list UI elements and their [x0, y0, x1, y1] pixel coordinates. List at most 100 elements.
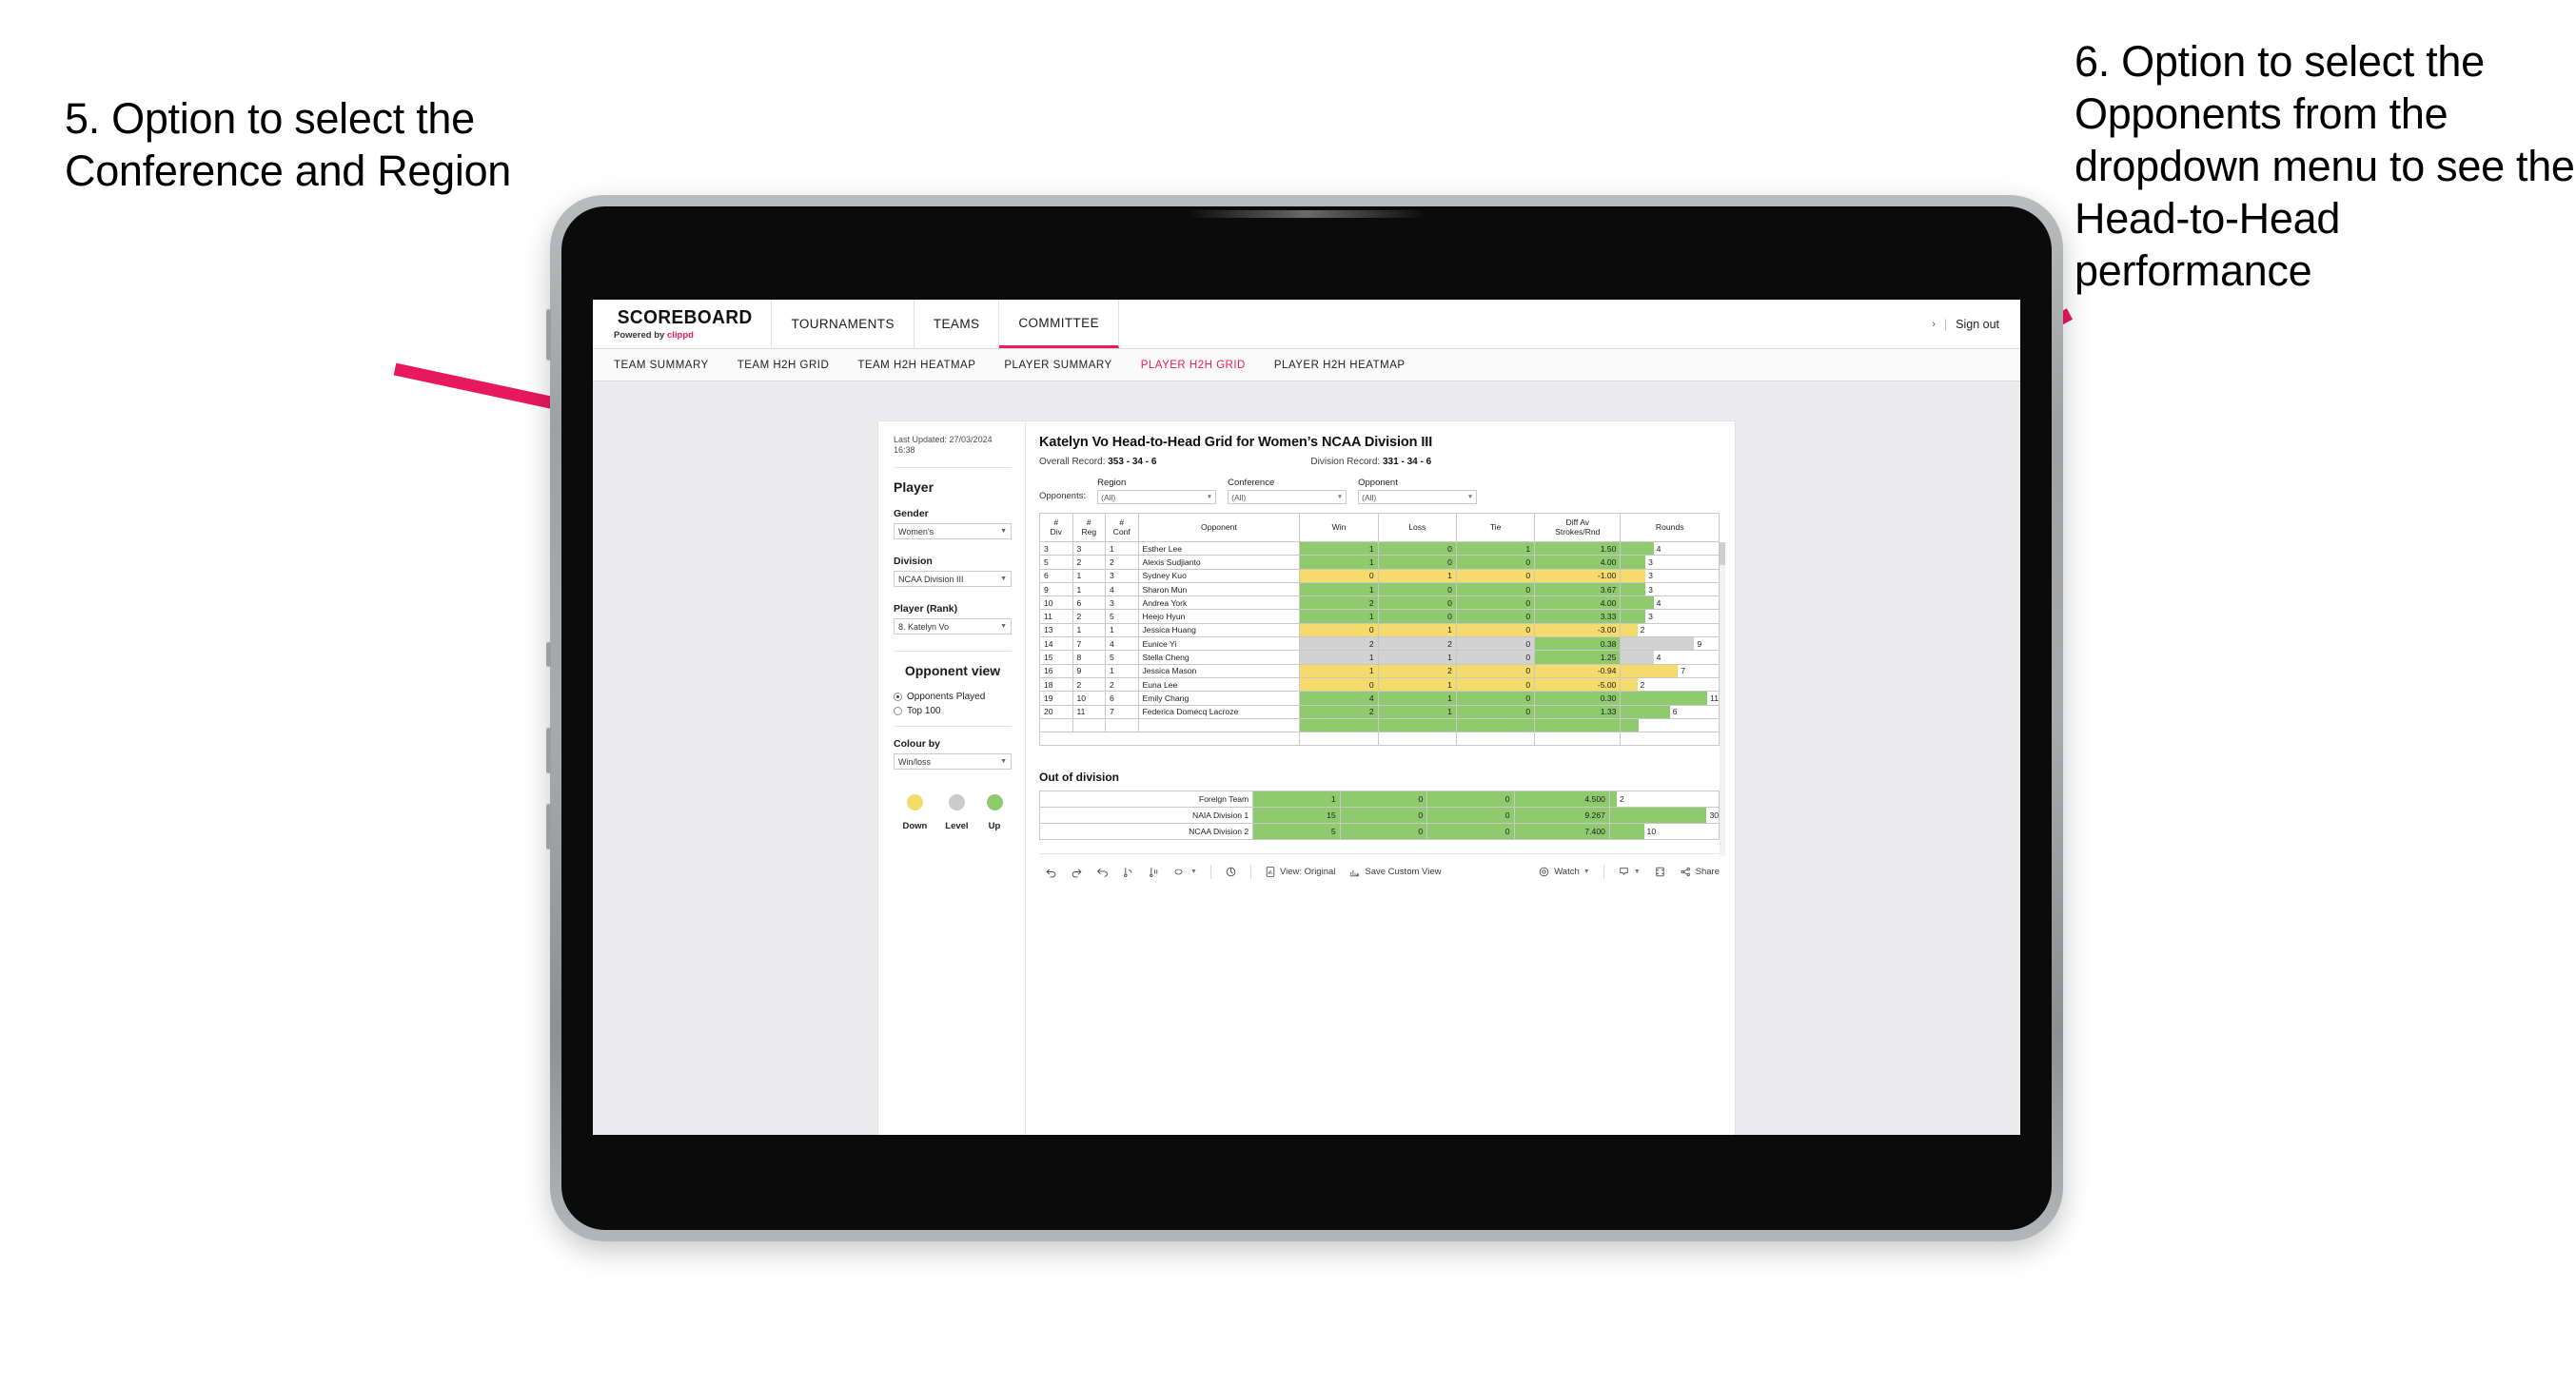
- subnav-item-player-h2h-heatmap[interactable]: PLAYER H2H HEATMAP: [1274, 360, 1406, 371]
- table-row[interactable]: 16 9 1 Jessica Mason 1 2 0 -0.94 7: [1039, 663, 1720, 678]
- filter-opponent-select[interactable]: (All) ▼: [1358, 490, 1478, 504]
- radio-opponents-played[interactable]: Opponents Played: [894, 692, 1012, 702]
- col-header-reg-l1: #: [1086, 517, 1091, 527]
- brand-logo[interactable]: SCOREBOARD Powered by clippd: [593, 300, 773, 348]
- revert-icon[interactable]: [1096, 866, 1109, 878]
- table-row[interactable]: 10 6 3 Andrea York 2 0 0 4.00 4: [1039, 595, 1720, 611]
- radio-top-100[interactable]: Top 100: [894, 706, 1012, 716]
- save-custom-view-button[interactable]: Save Custom View: [1348, 866, 1441, 878]
- tablet-bezel: SCOREBOARD Powered by clippd TOURNAMENTS…: [561, 206, 2052, 1230]
- cell-reg: 6: [1072, 595, 1106, 611]
- h2h-table-wrapper: # Div # Reg # Conf Opponent Win Loss Tie Di…: [1038, 513, 1725, 856]
- cell-rounds-value: 2: [1640, 625, 1645, 635]
- cell-tie: 0: [1455, 622, 1536, 638]
- table-row[interactable]: 6 1 3 Sydney Kuo 0 1 0 -1.00 3: [1039, 568, 1720, 583]
- cell-reg: 3: [1072, 540, 1106, 556]
- table-row[interactable]: 20 11 7 Federica Domecq Lacroze 2 1 0 1.33 6: [1039, 704, 1720, 719]
- download-button[interactable]: ▼: [1618, 866, 1641, 878]
- table-scrollbar[interactable]: [1720, 542, 1725, 856]
- sidebar-divider-2: [894, 651, 1012, 652]
- table-row[interactable]: 3 3 1 Esther Lee 1 0 1 1.50 4: [1039, 540, 1720, 556]
- cell-diff: -1.00: [1534, 568, 1622, 583]
- filter-conference-value: (All): [1231, 492, 1247, 502]
- cell-tie: 0: [1455, 663, 1536, 678]
- refresh-data-icon[interactable]: [1122, 866, 1134, 878]
- col-header-conf: # Conf: [1105, 513, 1139, 542]
- cell-loss: 0: [1377, 595, 1457, 611]
- cell-opponent: Euna Lee: [1137, 676, 1301, 693]
- filter-division-select[interactable]: NCAA Division III ▼: [894, 571, 1012, 587]
- highlight-icon[interactable]: ▼: [1173, 866, 1197, 878]
- out-of-division-row[interactable]: NAIA Division 1 15 0 0 9.267 30: [1038, 807, 1721, 825]
- cell-diff: 4.00: [1534, 555, 1622, 570]
- cell-tie: 1: [1455, 540, 1536, 556]
- cell-rounds: 2: [1620, 676, 1720, 693]
- cell-tie: 0: [1455, 595, 1536, 611]
- legend-label-up: Up: [988, 821, 1001, 831]
- col-header-conf-l1: #: [1119, 517, 1125, 527]
- radio-icon-unselected: [894, 707, 902, 715]
- table-row[interactable]: 5 2 2 Alexis Sudjianto 1 0 0 4.00 3: [1039, 555, 1720, 570]
- filter-conference-select[interactable]: (All) ▼: [1228, 490, 1347, 504]
- cell-ood-rounds: 30: [1608, 807, 1721, 825]
- cell-ood-loss: 0: [1339, 807, 1428, 825]
- cell-rounds-value: 9: [1697, 638, 1702, 649]
- account-chevron-icon[interactable]: ›: [1932, 319, 1936, 330]
- redo-icon[interactable]: [1071, 866, 1083, 878]
- cell-diff: 0.38: [1534, 636, 1622, 652]
- subnav-item-team-h2h-grid[interactable]: TEAM H2H GRID: [737, 360, 830, 371]
- nav-item-teams[interactable]: TEAMS: [914, 300, 1000, 348]
- table-scrollbar-thumb[interactable]: [1720, 542, 1725, 565]
- cell-ood-win: 15: [1252, 807, 1341, 825]
- table-row[interactable]: 15 8 5 Stella Cheng 1 1 0 1.25 4: [1039, 650, 1720, 665]
- pause-updates-icon[interactable]: [1148, 866, 1160, 878]
- save-custom-view-label: Save Custom View: [1365, 867, 1442, 878]
- share-button[interactable]: Share: [1680, 866, 1720, 878]
- cell-rounds: 3: [1620, 581, 1720, 597]
- cell-tie: 0: [1455, 676, 1536, 693]
- filter-division-label: Division: [894, 556, 933, 567]
- view-original-label: View: Original: [1279, 867, 1336, 878]
- cell-rounds-value: 6: [1672, 707, 1678, 717]
- undo-icon[interactable]: [1045, 866, 1057, 878]
- table-row[interactable]: 13 1 1 Jessica Huang 0 1 0 -3.00 2: [1039, 622, 1720, 638]
- subnav-item-player-summary[interactable]: PLAYER SUMMARY: [1004, 360, 1111, 371]
- filter-colour-by-select[interactable]: Win/loss ▼: [894, 753, 1012, 770]
- cell-rounds-value: 7: [1681, 666, 1686, 676]
- watch-button[interactable]: Watch ▼: [1538, 866, 1590, 878]
- filter-region-select[interactable]: (All) ▼: [1097, 490, 1217, 504]
- cell-tie: 0: [1455, 581, 1536, 597]
- subnav-item-player-h2h-grid[interactable]: PLAYER H2H GRID: [1141, 360, 1246, 371]
- radio-opponents-played-label: Opponents Played: [907, 692, 986, 702]
- h2h-header-row: # Div # Reg # Conf Opponent Win Loss Tie Di…: [1039, 513, 1720, 542]
- device-layout-icon[interactable]: [1225, 866, 1237, 878]
- cell-win: 2: [1299, 704, 1379, 719]
- filter-gender-select[interactable]: Women's ▼: [894, 523, 1012, 539]
- sign-out-link[interactable]: Sign out: [1956, 318, 1999, 331]
- out-of-division-row[interactable]: NCAA Division 2 5 0 0 7.400 10: [1038, 823, 1721, 841]
- fullscreen-button[interactable]: [1654, 866, 1666, 878]
- table-row[interactable]: 19 10 6 Emily Chang 4 1 0 0.30 11: [1039, 691, 1720, 706]
- brand-tagline-prefix: Powered by: [614, 330, 667, 341]
- cell-rounds-value: 11: [1710, 693, 1719, 703]
- subnav-item-team-summary[interactable]: TEAM SUMMARY: [614, 360, 709, 371]
- cell-div: 15: [1039, 650, 1073, 665]
- filter-player-rank-select[interactable]: 8. Katelyn Vo ▼: [894, 618, 1012, 634]
- table-row[interactable]: 11 2 5 Heejo Hyun 1 0 0 3.33 3: [1039, 609, 1720, 624]
- nav-item-committee[interactable]: COMMITTEE: [999, 300, 1119, 348]
- legend-item-level: Level: [945, 794, 969, 831]
- view-original-button[interactable]: View: Original: [1265, 866, 1335, 878]
- cell-win: 1: [1299, 663, 1379, 678]
- nav-item-tournaments[interactable]: TOURNAMENTS: [772, 300, 914, 348]
- cell-loss: 1: [1377, 650, 1457, 665]
- subnav-item-team-h2h-heatmap[interactable]: TEAM H2H HEATMAP: [857, 360, 975, 371]
- table-row[interactable]: 9 1 4 Sharon Mun 1 0 0 3.67 3: [1039, 581, 1720, 597]
- table-row[interactable]: 14 7 4 Eunice Yi 2 2 0 0.38 9: [1039, 636, 1720, 652]
- cell-ood-tie: 0: [1426, 807, 1515, 825]
- filter-gender-value: Women's: [898, 526, 934, 537]
- cell-conf: 1: [1105, 622, 1139, 638]
- out-of-division-row[interactable]: Foreign Team 1 0 0 4.500 2: [1038, 791, 1721, 809]
- cell-rounds-value: 4: [1656, 597, 1662, 608]
- cell-ood-win: 5: [1252, 823, 1341, 841]
- table-row[interactable]: 18 2 2 Euna Lee 0 1 0 -5.00 2: [1039, 676, 1720, 693]
